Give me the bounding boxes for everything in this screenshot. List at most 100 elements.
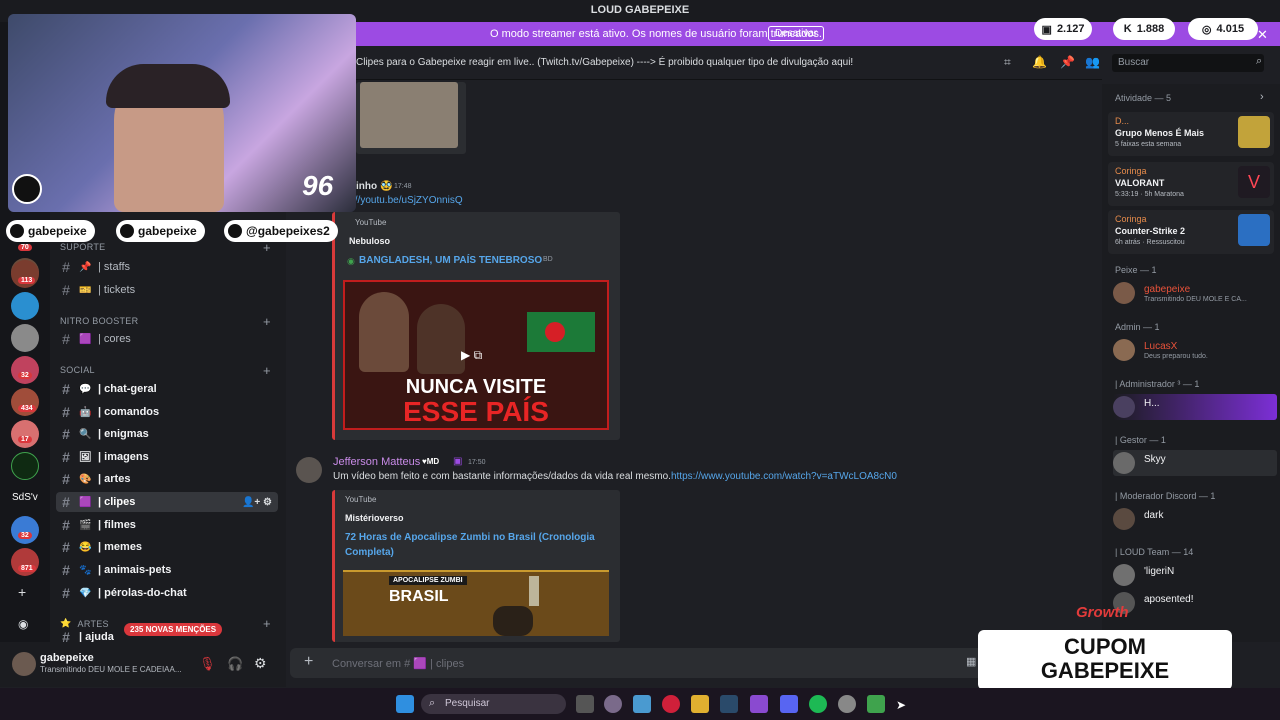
- member-item[interactable]: 'ligeriN: [1113, 562, 1277, 588]
- message-link[interactable]: ://youtu.be/uSjZYOnnisQ: [352, 195, 463, 206]
- steam-icon[interactable]: [720, 695, 738, 713]
- loud-server-icon[interactable]: [11, 452, 39, 480]
- mention-badge: 32: [18, 532, 32, 539]
- obs-icon[interactable]: [838, 695, 856, 713]
- category-suporte[interactable]: SUPORTE +: [60, 240, 271, 255]
- member-item[interactable]: dark: [1113, 506, 1277, 532]
- category-artes[interactable]: ⭐ ARTES +: [60, 616, 271, 631]
- apps-icon[interactable]: ▦: [966, 655, 976, 668]
- app-icon[interactable]: [867, 695, 885, 713]
- channel-perolas[interactable]: # 💎 | pérolas-do-chat: [56, 583, 278, 603]
- member-item[interactable]: gabepeixe Transmitindo DEU MOLE E CA...: [1113, 280, 1277, 306]
- embed-thumbnail[interactable]: ▶ ⧉ NUNCA VISITE ESSE PAÍS: [343, 280, 609, 430]
- bangladesh-flag: [527, 312, 595, 352]
- channel-clipes[interactable]: # 🟪 | clipes 👤+ ⚙: [56, 492, 278, 512]
- channel-artes[interactable]: # 🎨 | artes: [56, 469, 278, 489]
- activity-card[interactable]: Coringa VALORANT 5:33:19 · 5h Maratona V: [1108, 162, 1274, 206]
- embed-channel-icon: ◉: [347, 256, 355, 266]
- discord-icon[interactable]: [780, 695, 798, 713]
- channel-settings-icon[interactable]: 👤+ ⚙: [242, 497, 272, 508]
- members-icon[interactable]: 👥: [1085, 55, 1100, 69]
- avatar[interactable]: [12, 652, 36, 676]
- attachment-image[interactable]: [360, 82, 458, 148]
- channel-topic[interactable]: Clipes para o Gabepeixe reagir em live..…: [356, 57, 853, 68]
- member-item[interactable]: Skyy: [1113, 450, 1277, 476]
- previous-attachment[interactable]: [356, 82, 466, 154]
- channel-enigmas[interactable]: # 🔍 | enigmas: [56, 424, 278, 444]
- embed-author[interactable]: Nebuloso: [349, 236, 390, 246]
- activity-card[interactable]: Coringa Counter-Strike 2 6h atrás · Ress…: [1108, 210, 1274, 254]
- channel-ajuda[interactable]: # | ajuda: [56, 632, 278, 642]
- message-author[interactable]: inho: [356, 181, 377, 192]
- close-banner-icon[interactable]: ✕: [1257, 27, 1268, 43]
- channel-header: es Clipes para o Gabepeixe reagir em liv…: [286, 46, 1264, 80]
- channel-cores[interactable]: # 🟪 | cores: [56, 329, 278, 349]
- play-icon[interactable]: ▶ ⧉: [461, 348, 491, 364]
- message-author[interactable]: Jefferson Matteus: [333, 456, 420, 468]
- folder-icon[interactable]: [691, 695, 709, 713]
- activity-card[interactable]: D... Grupo Menos É Mais 5 faixas esta se…: [1108, 112, 1274, 156]
- category-social[interactable]: SOCIAL +: [60, 363, 271, 378]
- member-item[interactable]: LucasX Deus preparou tudo.: [1113, 337, 1277, 363]
- channel-filmes[interactable]: # 🎬 | filmes: [56, 515, 278, 535]
- embed-title[interactable]: BANGLADESH, UM PAÍS TENEBROSO: [359, 253, 542, 268]
- mute-mic-icon[interactable]: 🎙: [199, 656, 216, 672]
- pin-icon[interactable]: 📌: [1060, 55, 1075, 69]
- disable-streamer-button[interactable]: Desativar: [768, 26, 825, 41]
- channel-staffs[interactable]: # 📌 | staffs: [56, 257, 278, 277]
- channel-memes[interactable]: # 😂 | memes: [56, 537, 278, 557]
- app-icon[interactable]: [604, 695, 622, 713]
- add-attachment-icon[interactable]: +: [304, 653, 313, 671]
- thumbnail-line-2: BRASIL: [389, 588, 449, 605]
- server-icon[interactable]: [11, 292, 39, 320]
- globe-icon: ◎: [1201, 23, 1212, 36]
- coupon-line-1: CUPOM: [1064, 634, 1146, 659]
- headphones-icon[interactable]: 🎧: [227, 656, 243, 672]
- message-composer[interactable]: + Conversar em # 🟪 | clipes ▦: [290, 648, 990, 678]
- opera-icon[interactable]: [662, 695, 680, 713]
- copilot-icon[interactable]: [633, 695, 651, 713]
- hash-icon: #: [62, 381, 70, 397]
- kick-icon: K: [1123, 23, 1132, 35]
- server-icon[interactable]: [11, 420, 39, 448]
- thumbnail-line-1: APOCALIPSE ZUMBI: [389, 576, 467, 585]
- taskbar-search-input[interactable]: Pesquisar: [421, 694, 566, 714]
- add-channel-icon[interactable]: +: [263, 616, 271, 631]
- message-text: Um vídeo bem feito e com bastante inform…: [333, 471, 897, 482]
- speech-icon: 💬: [79, 383, 92, 395]
- explore-icon[interactable]: ◉: [18, 617, 28, 631]
- channel-tickets[interactable]: # 🎫 | tickets: [56, 280, 278, 300]
- search-input[interactable]: Buscar: [1112, 54, 1264, 72]
- add-channel-icon[interactable]: +: [263, 314, 271, 329]
- channel-comandos[interactable]: # 🤖 | comandos: [56, 402, 278, 422]
- server-icon[interactable]: [11, 516, 39, 544]
- message-input[interactable]: Conversar em # 🟪 | clipes: [332, 657, 464, 670]
- file-explorer-icon[interactable]: [576, 695, 594, 713]
- threads-icon[interactable]: ⌗: [1004, 55, 1011, 70]
- settings-gear-icon[interactable]: ⚙: [254, 655, 267, 672]
- embed-title[interactable]: 72 Horas de Apocalipse Zumbi no Brasil (…: [345, 530, 595, 560]
- channel-imagens[interactable]: # 🖼 | imagens: [56, 447, 278, 467]
- category-nitro[interactable]: NITRO BOOSTER +: [60, 314, 271, 329]
- channel-chat-geral[interactable]: # 💬 | chat-geral: [56, 379, 278, 399]
- avatar[interactable]: [296, 457, 322, 483]
- channel-animais-pets[interactable]: # 🐾 | animais-pets: [56, 560, 278, 580]
- chevron-right-icon[interactable]: ›: [1260, 91, 1264, 103]
- role-header: Admin — 1: [1115, 322, 1160, 332]
- chat-count-pill: ▣ 2.127: [1034, 18, 1092, 40]
- add-server-icon[interactable]: +: [18, 584, 26, 600]
- windows-start-icon[interactable]: [396, 695, 414, 713]
- embed-author[interactable]: Mistérioverso: [345, 513, 404, 523]
- role-header: Peixe — 1: [1115, 265, 1157, 275]
- add-channel-icon[interactable]: +: [263, 363, 271, 378]
- app-icon[interactable]: [750, 695, 768, 713]
- server-icon[interactable]: [11, 356, 39, 384]
- message-link[interactable]: https://www.youtube.com/watch?v=aTWcLOA8…: [671, 471, 897, 482]
- member-item[interactable]: aposented!: [1113, 590, 1277, 616]
- embed-thumbnail[interactable]: APOCALIPSE ZUMBI BRASIL: [343, 570, 609, 636]
- spotify-icon[interactable]: [809, 695, 827, 713]
- server-label[interactable]: SdS'v: [12, 492, 38, 503]
- bell-icon[interactable]: 🔔: [1032, 55, 1047, 69]
- member-item[interactable]: H...: [1113, 394, 1277, 420]
- server-icon[interactable]: [11, 324, 39, 352]
